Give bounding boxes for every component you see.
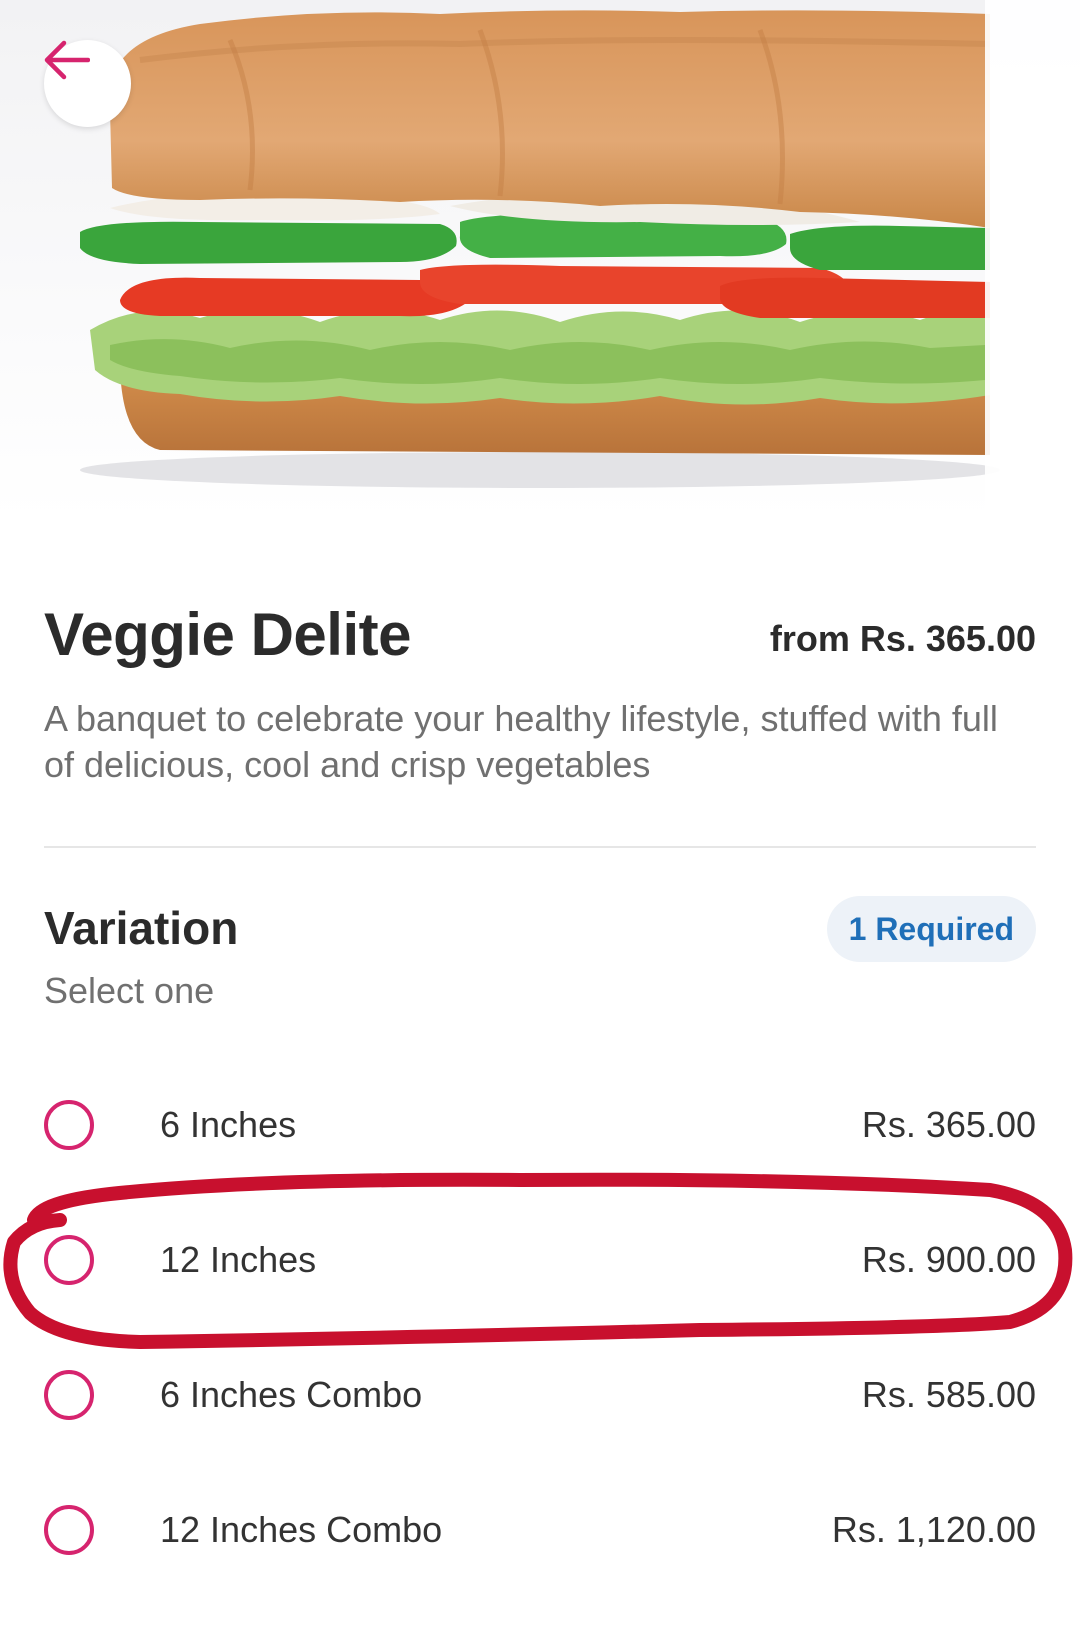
option-6-inches-combo[interactable]: 6 Inches Combo Rs. 585.00 (44, 1350, 1036, 1440)
radio-unchecked-icon[interactable] (44, 1100, 94, 1150)
divider (44, 846, 1036, 848)
back-button[interactable] (44, 40, 131, 127)
title-row: Veggie Delite from Rs. 365.00 (44, 600, 1036, 670)
product-details: Veggie Delite from Rs. 365.00 A banquet … (44, 600, 1036, 1011)
product-from-price: from Rs. 365.00 (769, 618, 1036, 659)
option-label: 6 Inches Combo (160, 1374, 423, 1415)
variation-subtitle: Select one (44, 970, 215, 1011)
variation-title: Variation (44, 902, 239, 954)
required-badge: 1 Required (826, 896, 1036, 962)
sandwich-illustration (80, 0, 1080, 520)
product-title: Veggie Delite (44, 601, 411, 668)
arrow-left-icon (44, 40, 90, 80)
option-label: 12 Inches Combo (160, 1509, 443, 1550)
option-price: Rs. 365.00 (861, 1104, 1036, 1145)
radio-unchecked-icon[interactable] (44, 1370, 94, 1420)
option-price: Rs. 900.00 (861, 1239, 1036, 1280)
radio-unchecked-icon[interactable] (44, 1235, 94, 1285)
radio-unchecked-icon[interactable] (44, 1505, 94, 1555)
variation-section: Variation 1 Required Select one (44, 896, 1036, 1012)
option-12-inches[interactable]: 12 Inches Rs. 900.00 (44, 1215, 1036, 1305)
option-price: Rs. 1,120.00 (831, 1509, 1036, 1550)
option-6-inches[interactable]: 6 Inches Rs. 365.00 (44, 1080, 1036, 1170)
option-label: 6 Inches (160, 1104, 297, 1145)
option-label: 12 Inches (160, 1239, 317, 1280)
option-price: Rs. 585.00 (861, 1374, 1036, 1415)
variation-header: Variation 1 Required (44, 896, 1036, 962)
product-description: A banquet to celebrate your healthy life… (44, 698, 998, 785)
option-12-inches-combo[interactable]: 12 Inches Combo Rs. 1,120.00 (44, 1485, 1036, 1575)
product-hero-image (0, 0, 1080, 520)
